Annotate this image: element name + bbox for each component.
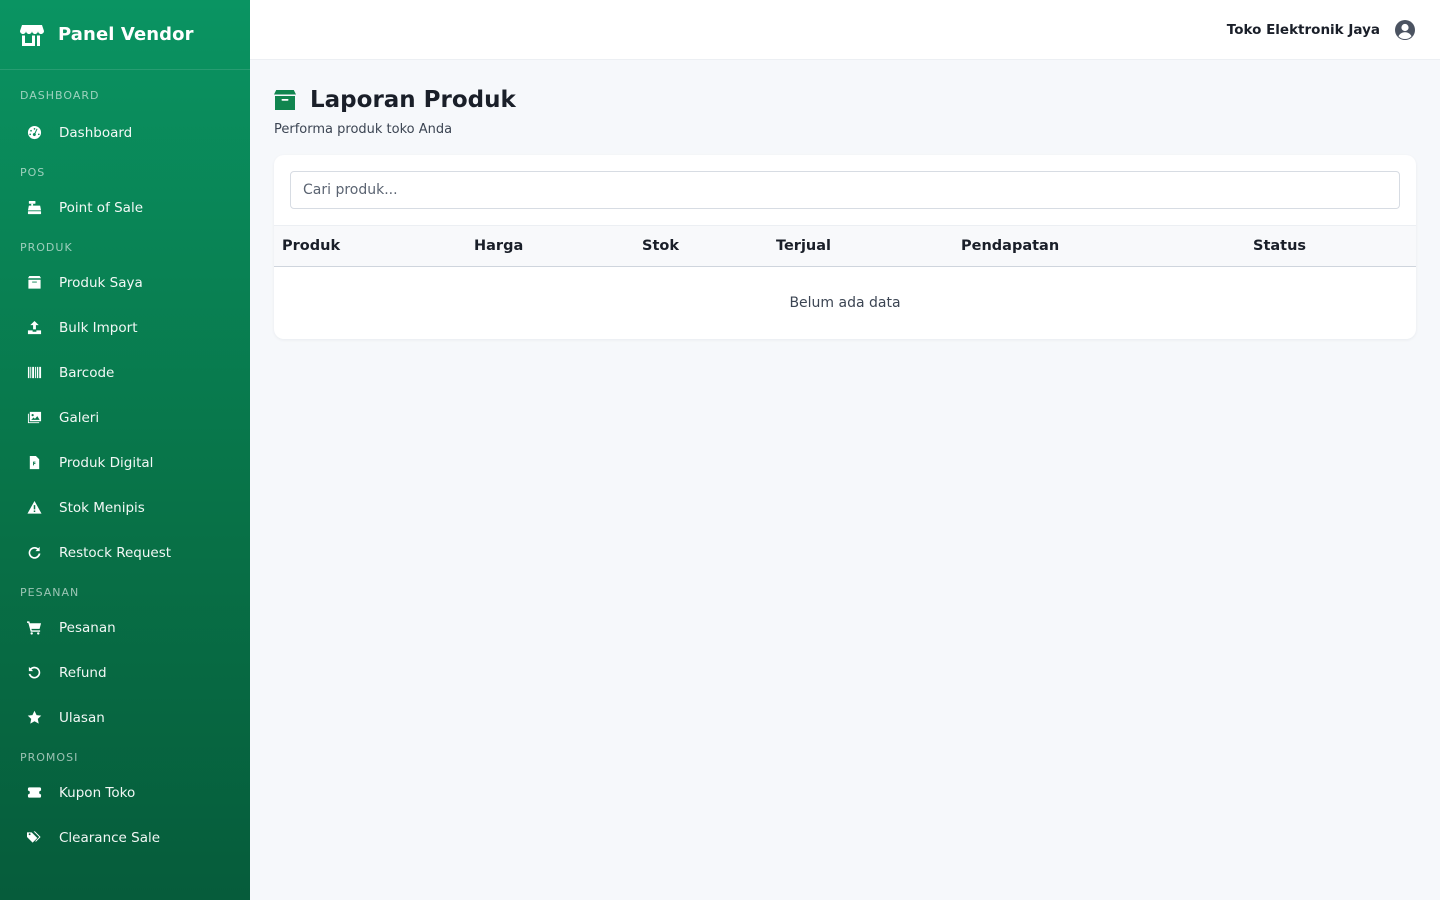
sidebar-item-produk-saya[interactable]: Produk Saya bbox=[0, 260, 250, 305]
sidebar-item-label: Ulasan bbox=[59, 709, 105, 726]
report-card: Produk Harga Stok Terjual Pendapatan Sta… bbox=[274, 155, 1416, 339]
main-content: Laporan Produk Performa produk toko Anda… bbox=[274, 60, 1416, 339]
sidebar-item-label: Stok Menipis bbox=[59, 499, 145, 516]
column-header-produk[interactable]: Produk bbox=[274, 226, 466, 267]
sidebar-item-point-of-sale[interactable]: Point of Sale bbox=[0, 185, 250, 230]
sidebar-item-clearance-sale[interactable]: Clearance Sale bbox=[0, 815, 250, 860]
page-subtitle: Performa produk toko Anda bbox=[274, 122, 453, 137]
sidebar-item-label: Dashboard bbox=[59, 124, 133, 141]
sidebar-item-label: Point of Sale bbox=[59, 199, 144, 216]
empty-row: Belum ada data bbox=[274, 267, 1416, 339]
sidebar-item-label: Pesanan bbox=[59, 619, 116, 636]
box-icon bbox=[274, 90, 296, 110]
sidebar-item-label: Produk Saya bbox=[59, 274, 143, 291]
sidebar-item-label: Clearance Sale bbox=[59, 829, 161, 846]
gauge-icon bbox=[26, 125, 42, 141]
sidebar-item-dashboard[interactable]: Dashboard bbox=[0, 110, 250, 155]
topbar: Toko Elektronik Jaya bbox=[250, 0, 1440, 60]
column-header-harga[interactable]: Harga bbox=[466, 226, 634, 267]
table-header-row: Produk Harga Stok Terjual Pendapatan Sta… bbox=[274, 225, 1416, 267]
search-input[interactable] bbox=[290, 171, 1400, 209]
page-title: Laporan Produk bbox=[310, 87, 516, 113]
empty-state-text: Belum ada data bbox=[789, 294, 901, 311]
page-header: Laporan Produk bbox=[274, 86, 1416, 114]
ticket-icon bbox=[26, 785, 42, 801]
sidebar-item-label: Bulk Import bbox=[59, 319, 138, 336]
barcode-icon bbox=[26, 365, 42, 381]
section-label-promosi: PROMOSI bbox=[20, 751, 79, 764]
store-icon bbox=[20, 24, 44, 46]
column-header-pendapatan[interactable]: Pendapatan bbox=[953, 226, 1245, 267]
star-icon bbox=[26, 710, 42, 726]
column-header-stok[interactable]: Stok bbox=[634, 226, 768, 267]
sidebar-item-barcode[interactable]: Barcode bbox=[0, 350, 250, 395]
user-circle-icon[interactable] bbox=[1394, 19, 1416, 41]
cart-icon bbox=[26, 620, 42, 636]
brand-title: Panel Vendor bbox=[58, 24, 194, 45]
undo-icon bbox=[26, 665, 42, 681]
upload-icon bbox=[26, 320, 42, 336]
sidebar: Panel Vendor DASHBOARD Dashboard POS Poi… bbox=[0, 0, 250, 900]
column-header-status[interactable]: Status bbox=[1245, 226, 1416, 267]
warning-icon bbox=[26, 500, 42, 516]
sidebar-item-produk-digital[interactable]: Produk Digital bbox=[0, 440, 250, 485]
sidebar-item-restock-request[interactable]: Restock Request bbox=[0, 530, 250, 575]
cash-register-icon bbox=[26, 200, 42, 216]
sidebar-item-label: Restock Request bbox=[59, 544, 172, 561]
brand[interactable]: Panel Vendor bbox=[0, 0, 250, 70]
section-label-pesanan: PESANAN bbox=[20, 586, 80, 599]
section-label-pos: POS bbox=[20, 166, 46, 179]
section-label-dashboard: DASHBOARD bbox=[20, 89, 100, 102]
product-report-table: Produk Harga Stok Terjual Pendapatan Sta… bbox=[274, 225, 1416, 339]
file-icon bbox=[26, 455, 42, 471]
sidebar-item-stok-menipis[interactable]: Stok Menipis bbox=[0, 485, 250, 530]
sidebar-item-kupon-toko[interactable]: Kupon Toko bbox=[0, 770, 250, 815]
sidebar-item-refund[interactable]: Refund bbox=[0, 650, 250, 695]
refresh-icon bbox=[26, 545, 42, 561]
box-icon bbox=[26, 275, 42, 291]
sidebar-item-label: Barcode bbox=[59, 364, 115, 381]
section-label-produk: PRODUK bbox=[20, 241, 73, 254]
sidebar-item-label: Galeri bbox=[59, 409, 100, 426]
sidebar-item-label: Produk Digital bbox=[59, 454, 154, 471]
tags-icon bbox=[26, 830, 42, 846]
sidebar-item-label: Refund bbox=[59, 664, 107, 681]
column-header-terjual[interactable]: Terjual bbox=[768, 226, 953, 267]
sidebar-item-galeri[interactable]: Galeri bbox=[0, 395, 250, 440]
sidebar-item-bulk-import[interactable]: Bulk Import bbox=[0, 305, 250, 350]
sidebar-item-label: Kupon Toko bbox=[59, 784, 136, 801]
store-name[interactable]: Toko Elektronik Jaya bbox=[1227, 22, 1380, 38]
search-wrap bbox=[274, 155, 1416, 225]
sidebar-item-ulasan[interactable]: Ulasan bbox=[0, 695, 250, 740]
images-icon bbox=[26, 410, 42, 426]
sidebar-item-pesanan[interactable]: Pesanan bbox=[0, 605, 250, 650]
